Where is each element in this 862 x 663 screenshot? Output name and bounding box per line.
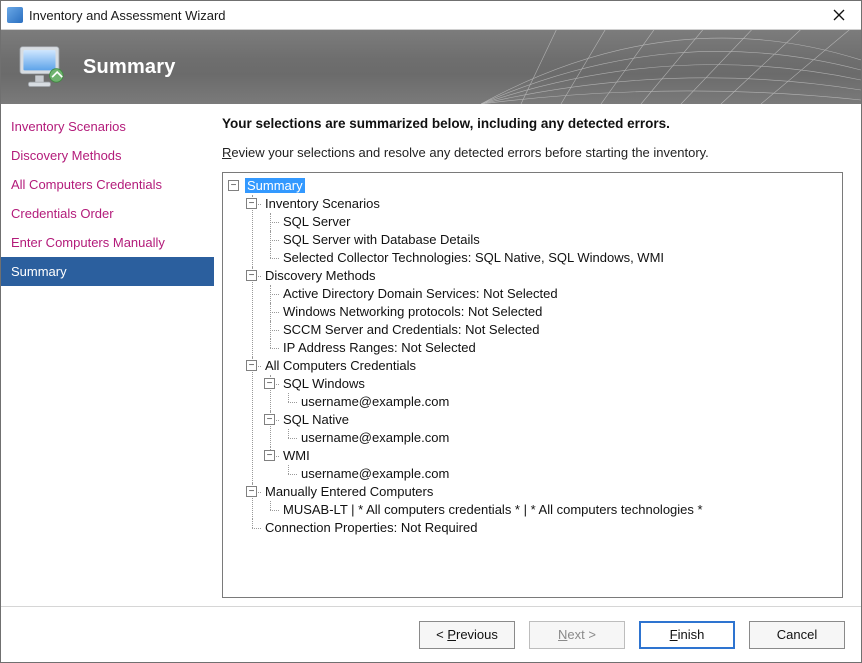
- expander-icon[interactable]: [264, 378, 275, 389]
- next-button: Next >: [529, 621, 625, 649]
- tree-label[interactable]: SQL Server: [281, 214, 352, 229]
- tree-node-all-computers-credentials: All Computers Credentials SQL Windows us…: [245, 357, 838, 483]
- tree-label[interactable]: SCCM Server and Credentials: Not Selecte…: [281, 322, 542, 337]
- expander-icon[interactable]: [246, 270, 257, 281]
- tree-leaf: IP Address Ranges: Not Selected: [263, 339, 838, 357]
- tree-node-inventory-scenarios: Inventory Scenarios SQL Server SQL Serve…: [245, 195, 838, 267]
- titlebar-left: Inventory and Assessment Wizard: [7, 7, 226, 23]
- tree-leaf: SCCM Server and Credentials: Not Selecte…: [263, 321, 838, 339]
- tree-label[interactable]: MUSAB-LT | * All computers credentials *…: [281, 502, 705, 517]
- tree-label[interactable]: username@example.com: [299, 466, 451, 481]
- banner: Summary: [1, 30, 861, 104]
- summary-tree: Summary Inventory Scenarios SQL Server S…: [227, 177, 838, 537]
- tree-label[interactable]: Active Directory Domain Services: Not Se…: [281, 286, 560, 301]
- monitor-icon: [15, 42, 69, 92]
- wizard-footer: < Previous Next > Finish Cancel: [1, 606, 861, 662]
- previous-button[interactable]: < Previous: [419, 621, 515, 649]
- tree-leaf: Windows Networking protocols: Not Select…: [263, 303, 838, 321]
- btn-rest: ext >: [567, 627, 596, 642]
- btn-accel: N: [558, 627, 567, 642]
- tree-root-label[interactable]: Summary: [245, 178, 305, 193]
- tree-label[interactable]: Inventory Scenarios: [263, 196, 382, 211]
- window-title: Inventory and Assessment Wizard: [29, 8, 226, 23]
- tree-leaf-connection-properties: Connection Properties: Not Required: [245, 519, 838, 537]
- tree-node-cred-sql-windows: SQL Windows username@example.com: [263, 375, 838, 411]
- sidebar-item-summary[interactable]: Summary: [1, 257, 214, 286]
- tree-label[interactable]: username@example.com: [299, 430, 451, 445]
- expander-icon[interactable]: [246, 486, 257, 497]
- close-button[interactable]: [817, 1, 861, 29]
- tree-root: Summary Inventory Scenarios SQL Server S…: [227, 177, 838, 537]
- tree-label[interactable]: Discovery Methods: [263, 268, 378, 283]
- btn-label: Cancel: [777, 627, 817, 642]
- sidebar-item-enter-computers-manually[interactable]: Enter Computers Manually: [1, 228, 214, 257]
- subheading-rest: eview your selections and resolve any de…: [231, 145, 708, 160]
- tree-label[interactable]: Connection Properties: Not Required: [263, 520, 479, 535]
- wizard-window: Inventory and Assessment Wizard: [0, 0, 862, 663]
- tree-label[interactable]: SQL Server with Database Details: [281, 232, 482, 247]
- tree-label[interactable]: All Computers Credentials: [263, 358, 418, 373]
- tree-leaf: username@example.com: [281, 393, 838, 411]
- summary-tree-panel[interactable]: Summary Inventory Scenarios SQL Server S…: [222, 172, 843, 598]
- wizard-sidebar: Inventory Scenarios Discovery Methods Al…: [1, 104, 214, 606]
- btn-accel: P: [447, 627, 456, 642]
- page-heading: Your selections are summarized below, in…: [222, 116, 843, 131]
- sidebar-item-discovery-methods[interactable]: Discovery Methods: [1, 141, 214, 170]
- tree-label[interactable]: Manually Entered Computers: [263, 484, 435, 499]
- tree-leaf: SQL Server with Database Details: [263, 231, 838, 249]
- tree-leaf: MUSAB-LT | * All computers credentials *…: [263, 501, 838, 519]
- page-subheading: Review your selections and resolve any d…: [222, 145, 843, 160]
- tree-label[interactable]: SQL Native: [281, 412, 351, 427]
- tree-label[interactable]: SQL Windows: [281, 376, 367, 391]
- expander-icon[interactable]: [246, 198, 257, 209]
- tree-leaf: SQL Server: [263, 213, 838, 231]
- tree-node-cred-sql-native: SQL Native username@example.com: [263, 411, 838, 447]
- wizard-content: Your selections are summarized below, in…: [214, 104, 861, 606]
- btn-prefix: <: [436, 627, 447, 642]
- banner-title: Summary: [83, 56, 176, 79]
- expander-icon[interactable]: [246, 360, 257, 371]
- btn-rest: inish: [678, 627, 705, 642]
- sidebar-item-all-computers-credentials[interactable]: All Computers Credentials: [1, 170, 214, 199]
- tree-node-discovery-methods: Discovery Methods Active Directory Domai…: [245, 267, 838, 357]
- tree-label[interactable]: Windows Networking protocols: Not Select…: [281, 304, 544, 319]
- tree-leaf: Active Directory Domain Services: Not Se…: [263, 285, 838, 303]
- sidebar-item-inventory-scenarios[interactable]: Inventory Scenarios: [1, 112, 214, 141]
- tree-label[interactable]: Selected Collector Technologies: SQL Nat…: [281, 250, 666, 265]
- tree-label[interactable]: WMI: [281, 448, 312, 463]
- expander-icon[interactable]: [264, 450, 275, 461]
- btn-rest: revious: [456, 627, 498, 642]
- cancel-button[interactable]: Cancel: [749, 621, 845, 649]
- close-icon: [833, 9, 845, 21]
- tree-label[interactable]: IP Address Ranges: Not Selected: [281, 340, 478, 355]
- wizard-body: Inventory Scenarios Discovery Methods Al…: [1, 104, 861, 606]
- app-icon: [7, 7, 23, 23]
- tree-node-manual-computers: Manually Entered Computers MUSAB-LT | * …: [245, 483, 838, 519]
- tree-leaf: username@example.com: [281, 429, 838, 447]
- btn-accel: F: [670, 627, 678, 642]
- expander-icon[interactable]: [228, 180, 239, 191]
- tree-node-cred-wmi: WMI username@example.com: [263, 447, 838, 483]
- tree-leaf: username@example.com: [281, 465, 838, 483]
- finish-button[interactable]: Finish: [639, 621, 735, 649]
- expander-icon[interactable]: [264, 414, 275, 425]
- banner-mesh-decoration: [481, 30, 861, 104]
- tree-leaf: Selected Collector Technologies: SQL Nat…: [263, 249, 838, 267]
- titlebar: Inventory and Assessment Wizard: [1, 1, 861, 30]
- banner-icon-wrap: [1, 42, 83, 92]
- tree-label[interactable]: username@example.com: [299, 394, 451, 409]
- sidebar-item-credentials-order[interactable]: Credentials Order: [1, 199, 214, 228]
- subheading-accel: R: [222, 145, 231, 160]
